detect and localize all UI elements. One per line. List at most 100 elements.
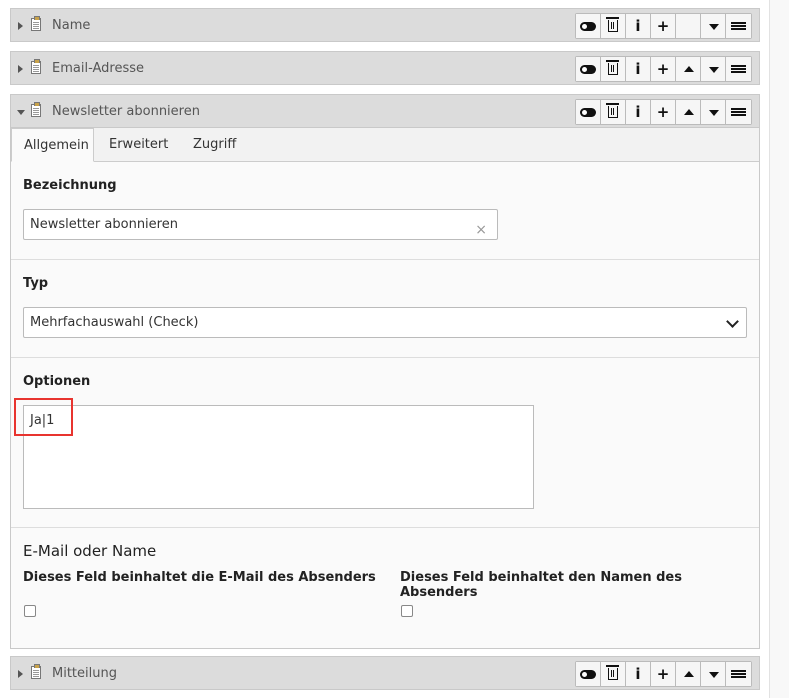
toggle-icon [580,65,596,74]
add-button[interactable]: + [651,100,676,124]
plus-icon: + [656,103,670,121]
plus-icon: + [656,60,670,78]
info-button[interactable]: i [626,14,651,38]
divider [11,259,759,260]
panel-title: Newsletter abonnieren [52,104,200,119]
arrow-down-icon [709,24,719,30]
typ-select[interactable]: Mehrfachauswahl (Check) [23,307,747,338]
info-icon: i [635,103,641,121]
chevron-down-icon [726,315,739,328]
info-button[interactable]: i [626,662,651,686]
drag-handle[interactable] [726,100,751,124]
panel-header-name[interactable]: Name i + [10,8,760,42]
panel-actions: i + [575,99,752,125]
hamburger-icon [731,670,746,672]
trash-icon [606,103,619,118]
name-sender-label: Dieses Feld beinhaltet den Namen des Abs… [400,570,682,600]
toggle-button[interactable] [576,100,601,124]
trash-icon [606,665,619,680]
tab-allgemein[interactable]: Allgemein [11,128,94,162]
add-button[interactable]: + [651,14,676,38]
highlight-box [14,398,73,436]
panel-actions: i + [575,661,752,687]
delete-button[interactable] [601,662,626,686]
move-up-button[interactable] [676,57,701,81]
toggle-icon [580,108,596,117]
move-up-button[interactable] [676,662,701,686]
caret-right-icon[interactable] [18,670,23,678]
optionen-label: Optionen [23,374,91,389]
delete-button[interactable] [601,57,626,81]
panel-header-email[interactable]: Email-Adresse i + [10,51,760,85]
hamburger-icon [731,22,746,24]
email-sender-checkbox[interactable] [24,605,36,617]
panel-actions: i + [575,56,752,82]
toggle-button[interactable] [576,57,601,81]
move-down-button[interactable] [701,14,726,38]
clear-icon[interactable]: × [475,216,487,245]
name-sender-checkbox[interactable] [401,605,413,617]
toggle-button[interactable] [576,14,601,38]
caret-right-icon[interactable] [18,65,23,73]
toggle-button[interactable] [576,662,601,686]
newsletter-panel-body: Allgemein Erweitert Zugriff Bezeichnung … [10,128,760,649]
delete-button[interactable] [601,100,626,124]
panel-title: Mitteilung [52,666,117,681]
drag-handle[interactable] [726,14,751,38]
typ-selected-value: Mehrfachauswahl (Check) [30,315,199,330]
divider [11,357,759,358]
panel-actions: i + [575,13,752,39]
trash-icon [606,60,619,75]
panel-header-mitteilung[interactable]: Mitteilung i + [10,656,760,690]
document-icon [31,59,41,74]
toggle-icon [580,670,596,679]
arrow-up-icon [684,66,694,72]
plus-icon: + [656,17,670,35]
move-down-button[interactable] [701,662,726,686]
info-button[interactable]: i [626,57,651,81]
add-button[interactable]: + [651,57,676,81]
document-icon [31,102,41,117]
tab-erweitert[interactable]: Erweitert [97,128,180,161]
add-button[interactable]: + [651,662,676,686]
divider [11,527,759,528]
plus-icon: + [656,665,670,683]
panel-title: Name [52,18,91,33]
email-sender-label: Dieses Feld beinhaltet die E-Mail des Ab… [23,570,376,585]
hamburger-icon [731,65,746,67]
arrow-down-icon [709,672,719,678]
drag-handle[interactable] [726,662,751,686]
arrow-up-icon [684,671,694,677]
info-icon: i [635,60,641,78]
arrow-up-icon [684,109,694,115]
delete-button[interactable] [601,14,626,38]
info-button[interactable]: i [626,100,651,124]
move-down-button[interactable] [701,100,726,124]
section-heading: E-Mail oder Name [23,542,157,560]
panel-header-newsletter[interactable]: Newsletter abonnieren i + [10,94,760,128]
tab-bar: Allgemein Erweitert Zugriff [11,128,759,162]
hamburger-icon [731,108,746,110]
move-down-button[interactable] [701,57,726,81]
move-up-button-placeholder [676,14,701,38]
arrow-down-icon [709,110,719,116]
bezeichnung-value: Newsletter abonnieren [30,217,178,232]
document-icon [31,16,41,31]
toggle-icon [580,22,596,31]
typ-label: Typ [23,276,49,291]
move-up-button[interactable] [676,100,701,124]
info-icon: i [635,17,641,35]
arrow-down-icon [709,67,719,73]
bezeichnung-label: Bezeichnung [23,178,117,193]
trash-icon [606,17,619,32]
info-icon: i [635,665,641,683]
optionen-textarea[interactable]: Ja|1 [23,405,534,509]
document-icon [31,664,41,679]
drag-handle[interactable] [726,57,751,81]
tab-zugriff[interactable]: Zugriff [181,128,248,161]
scrollbar-track[interactable] [769,0,789,698]
caret-down-icon[interactable] [17,110,25,115]
bezeichnung-input[interactable]: Newsletter abonnieren × [23,209,498,240]
caret-right-icon[interactable] [18,22,23,30]
panel-title: Email-Adresse [52,61,144,76]
